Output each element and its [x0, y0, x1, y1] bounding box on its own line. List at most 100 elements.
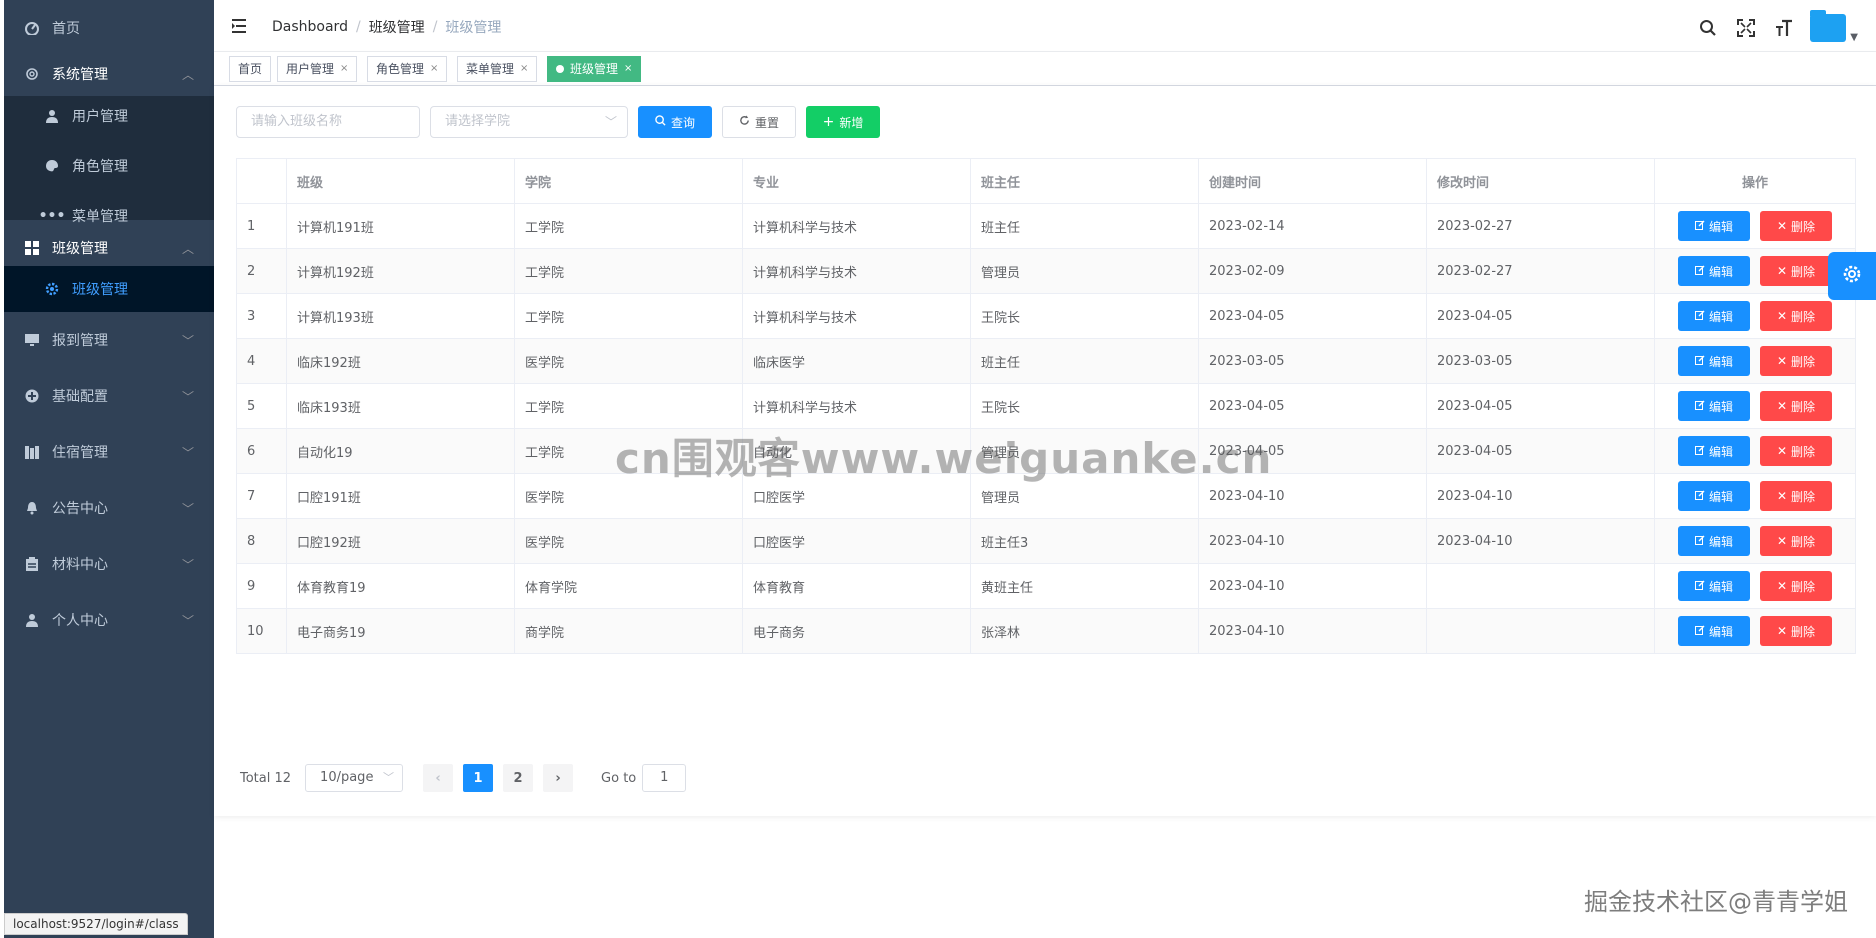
table-cell: 2023-04-10	[1198, 518, 1427, 564]
edit-button[interactable]: 编辑	[1678, 571, 1750, 601]
sidebar-item-notice[interactable]: 公告中心 ﹀	[4, 480, 214, 536]
tag-class[interactable]: 班级管理 ×	[547, 56, 642, 82]
sidebar-item-dorm[interactable]: 住宿管理 ﹀	[4, 424, 214, 480]
table-cell: 医学院	[514, 338, 743, 384]
delete-button[interactable]: ✕ 删除	[1760, 436, 1832, 466]
page-button-2[interactable]: 2	[503, 764, 534, 792]
sidebar-item-profile[interactable]: 个人中心 ﹀	[4, 592, 214, 648]
table-cell: 工学院	[514, 203, 743, 249]
edit-button[interactable]: 编辑	[1678, 436, 1750, 466]
search-button[interactable]: 查询	[638, 106, 712, 138]
delete-button-label: 删除	[1791, 264, 1816, 279]
edit-button[interactable]: 编辑	[1678, 301, 1750, 331]
close-icon[interactable]: ×	[340, 57, 348, 81]
edit-button[interactable]: 编辑	[1678, 346, 1750, 376]
fullscreen-icon[interactable]	[1734, 16, 1758, 40]
table-cell-actions: 编辑 ✕ 删除	[1654, 563, 1856, 609]
table-cell: 班主任	[970, 338, 1199, 384]
goto-page-input[interactable]: 1	[642, 764, 687, 792]
edit-button[interactable]: 编辑	[1678, 256, 1750, 286]
delete-button[interactable]: ✕ 删除	[1760, 391, 1832, 421]
sidebar-item-materials[interactable]: 材料中心 ﹀	[4, 536, 214, 592]
tag-users[interactable]: 用户管理 ×	[277, 56, 358, 82]
avatar[interactable]	[1810, 9, 1847, 42]
sidebar-item-users[interactable]: 用户管理	[4, 91, 214, 141]
table-cell: 临床192班	[286, 338, 515, 384]
edit-button[interactable]: 编辑	[1678, 481, 1750, 511]
edit-button-label: 编辑	[1708, 579, 1733, 594]
sidebar-item-checkin[interactable]: 报到管理 ﹀	[4, 312, 214, 368]
column-header-actions: 操作	[1654, 158, 1856, 204]
table-cell: 计算机191班	[286, 203, 515, 249]
hamburger-icon[interactable]	[230, 16, 250, 36]
delete-button[interactable]: ✕ 删除	[1760, 571, 1832, 601]
page-button-1[interactable]: 1	[463, 764, 494, 792]
edit-button[interactable]: 编辑	[1678, 526, 1750, 556]
chevron-up-icon: ︿	[181, 67, 194, 82]
column-header-created: 创建时间	[1198, 158, 1427, 204]
close-icon[interactable]: ×	[624, 57, 632, 81]
breadcrumb-home[interactable]: Dashboard	[272, 19, 348, 35]
building-icon	[24, 444, 40, 460]
sidebar-item-label: 班级管理	[52, 241, 108, 257]
table-cell: 计算机193班	[286, 293, 515, 339]
delete-button[interactable]: ✕ 删除	[1760, 301, 1832, 331]
close-icon[interactable]: ×	[430, 57, 438, 81]
edit-icon	[1694, 579, 1705, 593]
table-cell: 2023-02-27	[1426, 203, 1655, 249]
table-cell-actions: 编辑 ✕ 删除	[1654, 383, 1856, 429]
close-icon[interactable]: ×	[520, 57, 528, 81]
plus-circle-icon	[24, 388, 40, 404]
edit-button[interactable]: 编辑	[1678, 211, 1750, 241]
edit-button[interactable]: 编辑	[1678, 616, 1750, 646]
tag-home[interactable]: 首页	[229, 56, 272, 82]
table-cell: 班主任3	[970, 518, 1199, 564]
prev-page-button[interactable]: ‹	[423, 764, 454, 792]
close-icon: ✕	[1776, 489, 1788, 503]
college-select[interactable]: 请选择学院 ﹀	[430, 106, 628, 138]
breadcrumb-parent[interactable]: 班级管理	[369, 17, 425, 37]
settings-button[interactable]	[1828, 252, 1876, 300]
delete-button[interactable]: ✕ 删除	[1760, 211, 1832, 241]
delete-button[interactable]: ✕ 删除	[1760, 481, 1832, 511]
reset-button[interactable]: 重置	[722, 106, 796, 138]
column-header-class: 班级	[286, 158, 515, 204]
table-cell: 王院长	[970, 383, 1199, 429]
class-name-input[interactable]: 请输入班级名称	[236, 106, 420, 138]
table-header-row: 班级 学院 专业 班主任 创建时间 修改时间 操作	[236, 158, 1856, 204]
font-size-icon[interactable]	[1772, 16, 1796, 40]
chevron-down-icon: ﹀	[604, 115, 617, 129]
delete-button[interactable]: ✕ 删除	[1760, 256, 1832, 286]
add-button[interactable]: + 新增	[806, 106, 880, 138]
table-cell: 2023-02-14	[1198, 203, 1427, 249]
edit-button[interactable]: 编辑	[1678, 391, 1750, 421]
tag-menus[interactable]: 菜单管理 ×	[457, 56, 538, 82]
breadcrumb-separator: /	[355, 19, 361, 35]
table-cell: 2023-03-05	[1426, 338, 1655, 384]
table-row: 5 临床193班 工学院 计算机科学与技术 王院长 2023-04-05 2023-04-0…	[236, 383, 1856, 429]
next-page-button[interactable]: ›	[543, 764, 574, 792]
delete-button-label: 删除	[1791, 534, 1816, 549]
table-cell: 临床193班	[286, 383, 515, 429]
close-icon: ✕	[1776, 264, 1788, 278]
sidebar-item-label: 公告中心	[52, 501, 108, 517]
table-cell: 1	[236, 203, 287, 249]
tag-roles[interactable]: 角色管理 ×	[367, 56, 448, 82]
caret-down-icon[interactable]: ▼	[1850, 32, 1858, 43]
table-cell: 口腔191班	[286, 473, 515, 519]
sidebar-item-config[interactable]: 基础配置 ﹀	[4, 368, 214, 424]
sidebar-item-roles[interactable]: 角色管理	[4, 141, 214, 191]
close-icon: ✕	[1776, 444, 1788, 458]
delete-button[interactable]: ✕ 删除	[1760, 346, 1832, 376]
chevron-left-icon: ‹	[435, 770, 441, 786]
page-size-select[interactable]: 10/page ﹀	[305, 764, 404, 792]
table-cell: 3	[236, 293, 287, 339]
chevron-down-icon: ﹀	[181, 333, 194, 348]
delete-button[interactable]: ✕ 删除	[1760, 616, 1832, 646]
column-header-college: 学院	[514, 158, 743, 204]
delete-button[interactable]: ✕ 删除	[1760, 526, 1832, 556]
search-icon[interactable]	[1696, 16, 1720, 40]
table-cell: 体育学院	[514, 563, 743, 609]
table-cell: 医学院	[514, 518, 743, 564]
sidebar-item-class-manage[interactable]: 班级管理	[4, 266, 214, 312]
